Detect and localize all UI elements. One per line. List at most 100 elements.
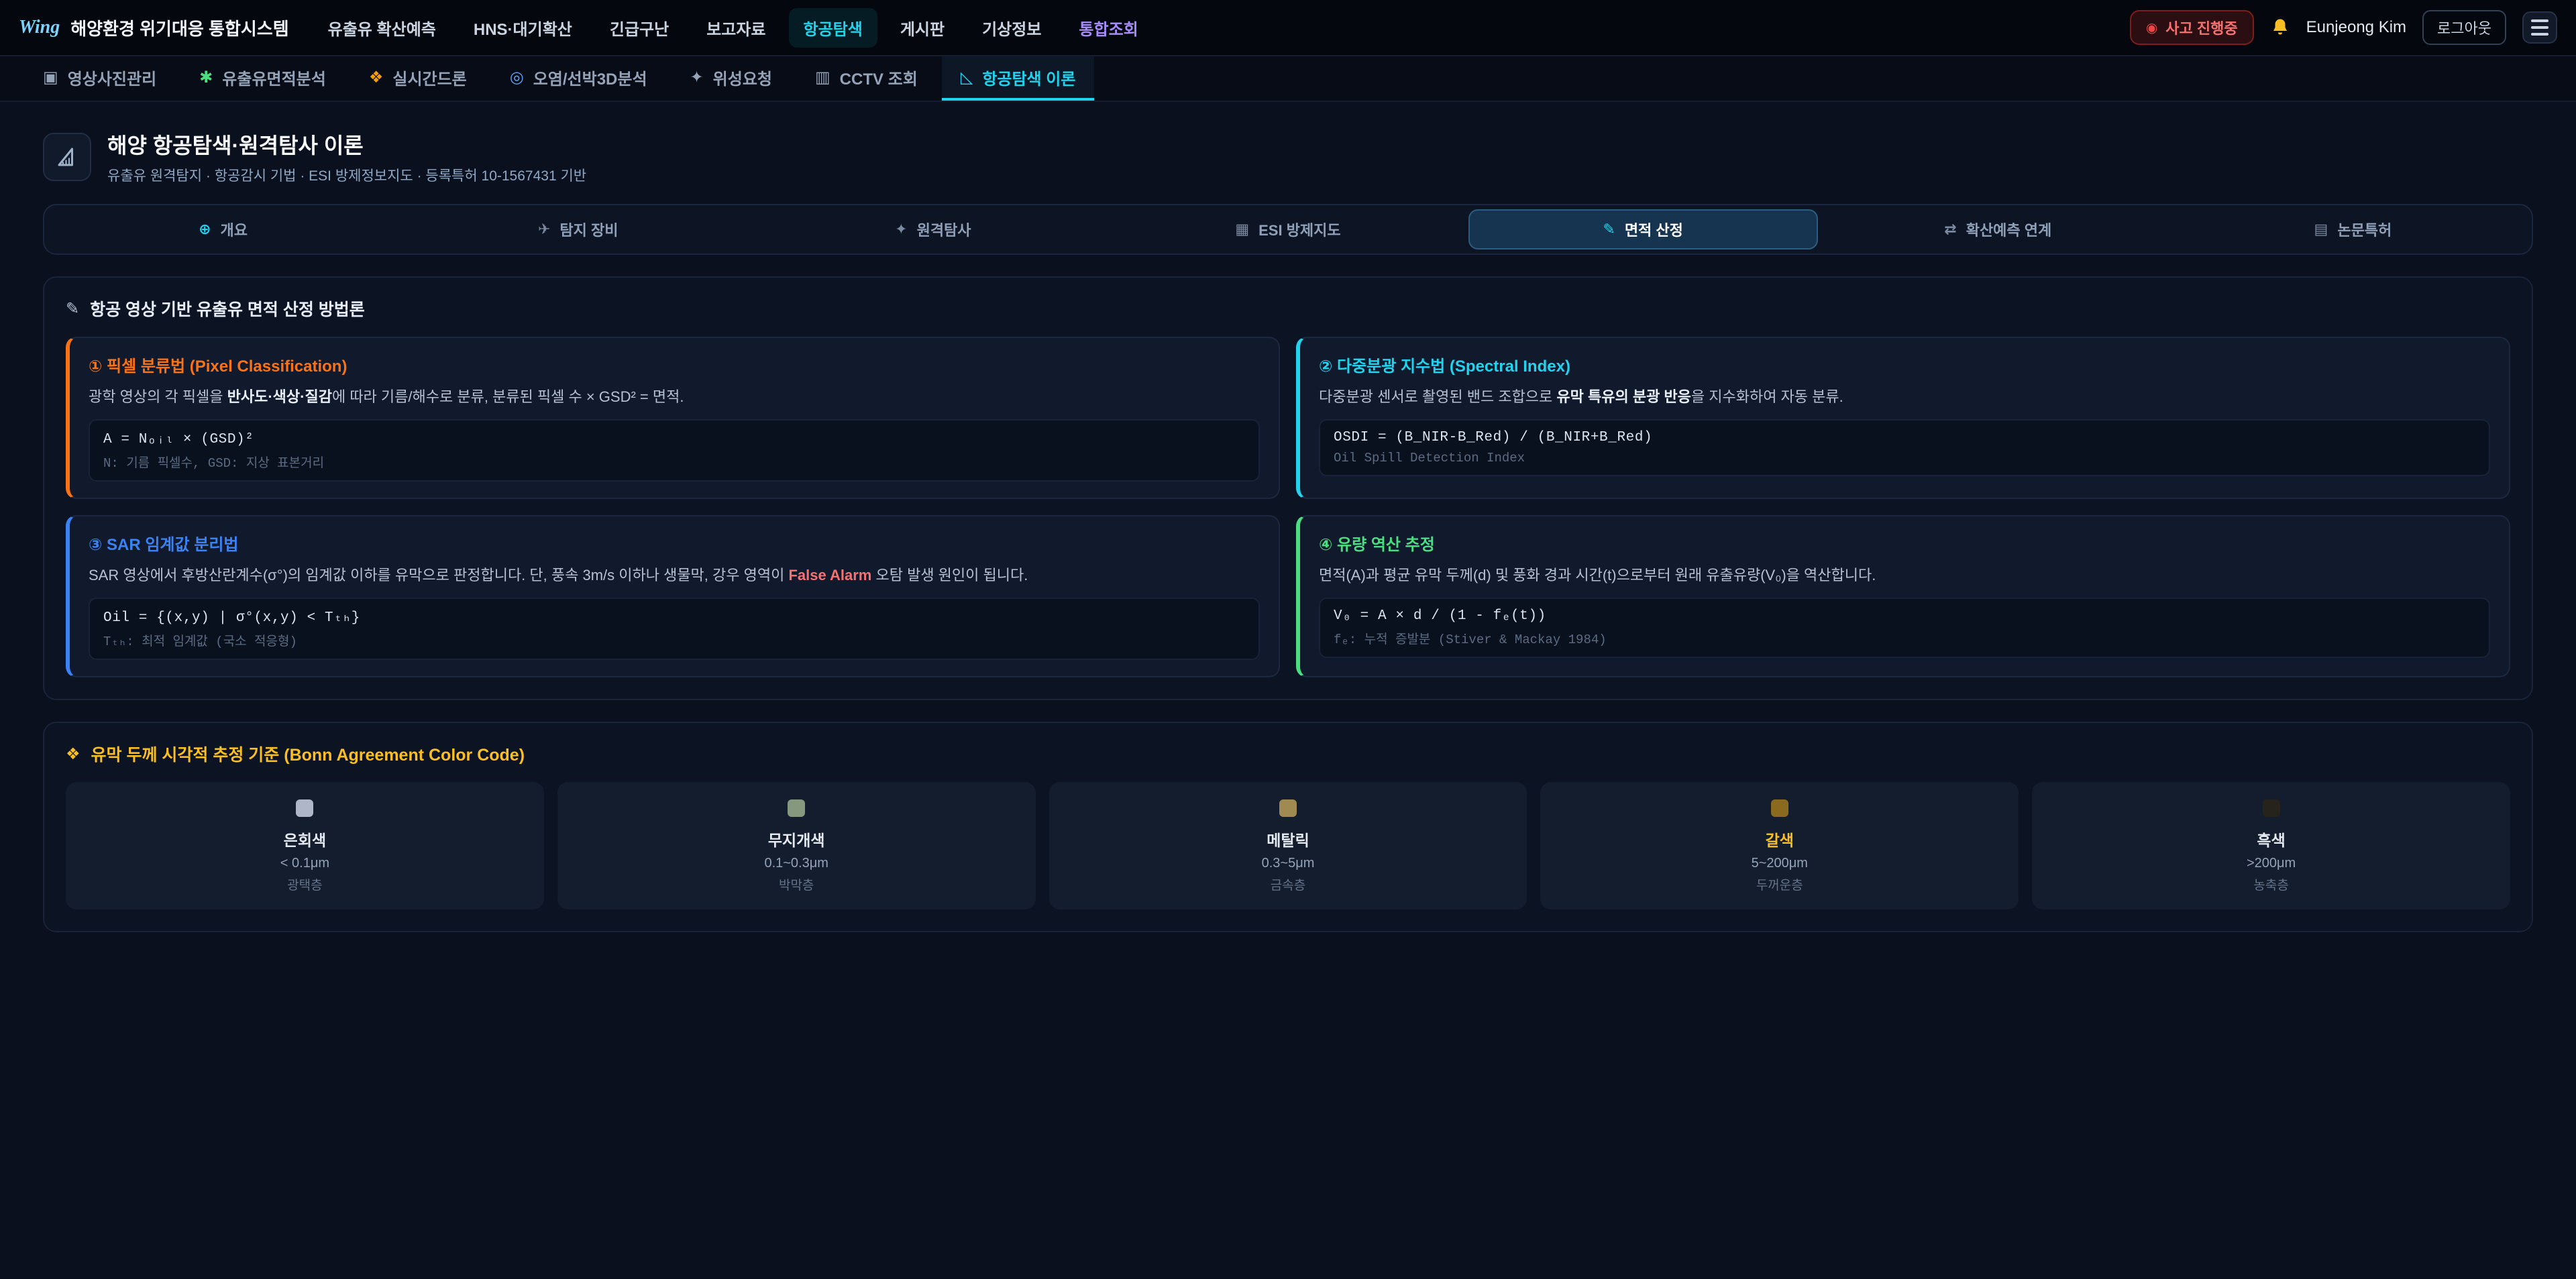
nav-item-board[interactable]: 게시판 [885,8,959,48]
subnav-item-aerial-search-theory[interactable]: ◺ 항공탐색 이론 [942,56,1095,101]
method-card-desc: 광학 영상의 각 픽셀을 반사도·색상·질감에 따라 기름/해수로 분류, 분류… [89,386,1260,408]
pencil-icon: ✎ [1603,221,1615,238]
sub-nav: ▣ 영상사진관리 ✱ 유출유면적분석 ❖ 실시간드론 ◎ 오염/선박3D분석 ✦… [0,56,2576,102]
swatch-tile-black: 흑색 >200μm 농축층 [2032,782,2510,909]
method-card-title: ④ 유량 역산 추정 [1319,531,2490,555]
tab-diffusion-link[interactable]: ⇄ 확산예측 연계 [1823,209,2173,249]
subnav-label: 위성요청 [713,66,772,89]
swatch-tile-brown: 갈색 5~200μm 두꺼운층 [1540,782,2019,909]
desc-text: 을 지수화하여 자동 분류. [1691,388,1843,405]
theory-tab-bar: ⊕ 개요 ✈ 탐지 장비 ✦ 원격탐사 ▦ ESI 방제지도 ✎ 면적 산정 ⇄… [43,204,2533,255]
plane-icon: ✈ [538,221,550,238]
tab-label: 확산예측 연계 [1966,219,2052,240]
oil-area-icon: ✱ [199,68,213,87]
desc-text: 오탐 발생 원인이 됩니다. [871,567,1028,583]
swatch-tile-metallic: 메탈릭 0.3~5μm 금속층 [1049,782,1527,909]
color-swatch [2263,799,2280,817]
nav-item-oil-spill-prediction[interactable]: 유출유 확산예측 [313,8,451,48]
swatch-range: 0.1~0.3μm [568,856,1025,871]
brand: Wing 해양환경 위기대응 통합시스템 [19,15,289,40]
swatch-tile-rainbow: 무지개색 0.1~0.3μm 박막층 [557,782,1036,909]
method-card-spectral-index: ② 다중분광 지수법 (Spectral Index) 다중분광 센서로 촬영된… [1296,337,2510,499]
color-swatch [1771,799,1788,817]
subnav-item-cctv-view[interactable]: ▥ CCTV 조회 [796,56,936,101]
triangle-ruler-icon: ◺ [961,68,973,87]
method-cards-grid: ① 픽셀 분류법 (Pixel Classification) 광학 영상의 각… [66,337,2510,677]
method-card-title: ③ SAR 임계값 분리법 [89,531,1260,555]
tab-label: 탐지 장비 [559,219,618,240]
swatch-name: 갈색 [1551,828,2008,850]
formula-line: Oil = {(x,y) | σ°(x,y) < Tₜₕ} [103,608,1245,626]
page-subtitle: 유출유 원격탐지 · 항공감시 기법 · ESI 방제정보지도 · 등록특허 1… [107,165,586,185]
tab-label: ESI 방제지도 [1258,219,1341,240]
formula-line: A = Nₒᵢₗ × (GSD)² [103,430,1245,447]
app-logo: Wing [19,17,60,38]
thickness-heading: ❖ 유막 두께 시각적 추정 기준 (Bonn Agreement Color … [66,742,2510,766]
swatch-name: 흑색 [2043,828,2500,850]
nav-item-hns-air-diffusion[interactable]: HNS·대기확산 [459,8,587,48]
area-methodology-panel: ✎ 항공 영상 기반 유출유 면적 산정 방법론 ① 픽셀 분류법 (Pixel… [43,276,2533,700]
page-header-text: 해양 항공탐색·원격탐사 이론 유출유 원격탐지 · 항공감시 기법 · ESI… [107,129,586,185]
logout-button[interactable]: 로그아웃 [2422,10,2506,45]
formula-line: OSDI = (B_NIR-B_Red) / (B_NIR+B_Red) [1334,430,2475,445]
formula-code-block: OSDI = (B_NIR-B_Red) / (B_NIR+B_Red) Oil… [1319,419,2490,476]
nav-item-weather-info[interactable]: 기상정보 [967,8,1056,48]
menu-hamburger-button[interactable] [2522,11,2557,44]
tab-esi-map[interactable]: ▦ ESI 방제지도 [1113,209,1462,249]
subnav-label: 실시간드론 [392,66,466,89]
formula-code-block: A = Nₒᵢₗ × (GSD)² N: 기름 픽셀수, GSD: 지상 표본거… [89,419,1260,482]
subnav-item-image-photo-management[interactable]: ▣ 영상사진관리 [24,56,175,101]
nav-item-emergency-rescue[interactable]: 긴급구난 [595,8,684,48]
method-card-desc: SAR 영상에서 후방산란계수(σ°)의 임계값 이하를 유막으로 판정합니다.… [89,564,1260,587]
subnav-label: 항공탐색 이론 [982,66,1075,89]
color-swatch [788,799,805,817]
user-name: Eunjeong Kim [2306,18,2406,37]
palette-icon: ❖ [66,744,80,764]
subnav-label: 영상사진관리 [68,66,156,89]
tab-label: 원격탐사 [917,219,971,240]
swatch-range: 5~200μm [1551,856,2008,871]
nav-item-aerial-search[interactable]: 항공탐색 [789,8,877,48]
top-navbar: Wing 해양환경 위기대응 통합시스템 유출유 확산예측 HNS·대기확산 긴… [0,0,2576,56]
subnav-label: 유출유면적분석 [222,66,326,89]
formula-comment: Oil Spill Detection Index [1334,451,2475,465]
swatch-range: 0.3~5μm [1060,856,1517,871]
formula-comment: N: 기름 픽셀수, GSD: 지상 표본거리 [103,453,1245,471]
pencil-icon: ✎ [66,299,79,319]
nav-item-integrated-search[interactable]: 통합조회 [1064,8,1152,48]
formula-code-block: V₀ = A × d / (1 - fₑ(t)) fₑ: 누적 증발분 (Sti… [1319,598,2490,658]
swatch-name: 은회색 [76,828,533,850]
tab-overview[interactable]: ⊕ 개요 [48,209,398,249]
swatch-range: < 0.1μm [76,856,533,871]
bell-icon [2270,17,2290,38]
tab-detection-equipment[interactable]: ✈ 탐지 장비 [403,209,753,249]
desc-bold: 유막 특유의 분광 반응 [1556,388,1691,405]
drone-icon: ❖ [369,68,384,87]
subnav-item-satellite-request[interactable]: ✦ 위성요청 [672,56,791,101]
swatch-layer: 광택층 [76,875,533,893]
tab-label: 면적 산정 [1625,219,1683,240]
method-card-title: ② 다중분광 지수법 (Spectral Index) [1319,353,2490,376]
method-card-pixel-classification: ① 픽셀 분류법 (Pixel Classification) 광학 영상의 각… [66,337,1280,499]
subnav-item-pollution-ship-3d-analysis[interactable]: ◎ 오염/선박3D분석 [491,56,666,101]
method-card-desc: 다중분광 센서로 촬영된 밴드 조합으로 유막 특유의 분광 반응을 지수화하여… [1319,386,2490,408]
tab-papers-patents[interactable]: ▤ 논문특허 [2178,209,2528,249]
document-icon: ▤ [2314,221,2328,238]
method-card-desc: 면적(A)과 평균 유막 두께(d) 및 풍화 경과 시간(t)으로부터 원래 … [1319,564,2490,587]
notification-bell-icon[interactable] [2270,17,2290,38]
methodology-heading-text: 항공 영상 기반 유출유 면적 산정 방법론 [90,296,365,321]
subnav-item-oil-area-analysis[interactable]: ✱ 유출유면적분석 [180,56,345,101]
formula-comment: fₑ: 누적 증발분 (Stiver & Mackay 1984) [1334,629,2475,647]
subnav-item-realtime-drone[interactable]: ❖ 실시간드론 [350,56,486,101]
nav-item-reports[interactable]: 보고자료 [692,8,780,48]
formula-line: V₀ = A × d / (1 - fₑ(t)) [1334,608,2475,624]
desc-text: 면적(A)과 평균 유막 두께(d) 및 풍화 경과 시간(t)으로부터 원래 … [1319,567,1876,583]
desc-text: 에 따라 기름/해수로 분류, 분류된 픽셀 수 × GSD² = 면적. [332,388,684,405]
cctv-icon: ▥ [815,68,830,87]
method-card-volume-inversion: ④ 유량 역산 추정 면적(A)과 평균 유막 두께(d) 및 풍화 경과 시간… [1296,515,2510,677]
swatch-name: 무지개색 [568,828,1025,850]
incident-status-badge[interactable]: ◉ 사고 진행중 [2130,10,2254,45]
tab-area-calculation[interactable]: ✎ 면적 산정 [1468,209,1818,249]
page-header: 해양 항공탐색·원격탐사 이론 유출유 원격탐지 · 항공감시 기법 · ESI… [43,129,2533,185]
tab-remote-sensing[interactable]: ✦ 원격탐사 [758,209,1108,249]
